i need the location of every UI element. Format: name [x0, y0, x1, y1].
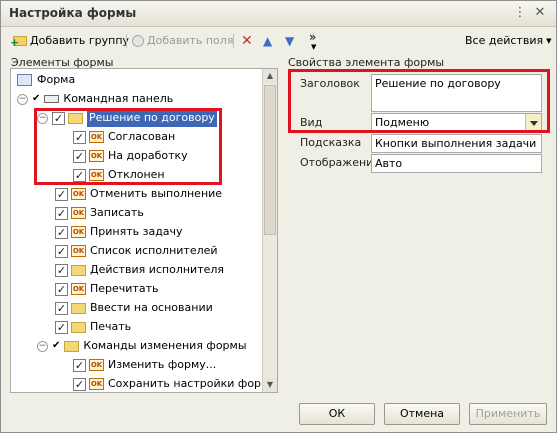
tree-item-label: Перечитать — [90, 282, 159, 295]
hint-value: Кнопки выполнения задачи — [375, 137, 537, 150]
cancel-button[interactable]: Отмена — [384, 403, 460, 425]
tree-item-label: Сохранить настройки формы — [108, 377, 278, 390]
move-down-button[interactable]: ▼ — [285, 32, 294, 50]
tree-item-form-change-commands[interactable]: − ✔ Команды изменения формы — [37, 337, 247, 355]
tree-item-command-panel[interactable]: − ✔ Командная панель — [17, 90, 173, 108]
menu-icon[interactable]: ⋮ — [512, 5, 528, 21]
tree-item-label: Действия исполнителя — [90, 263, 225, 276]
tree-item-accept-task[interactable]: ✓ OK Принять задачу — [55, 223, 183, 241]
toolbar: Добавить группу Добавить поля ✕ ▲ ▼ » ▼ … — [1, 28, 556, 54]
add-group-label: Добавить группу — [30, 34, 130, 47]
checkbox[interactable]: ✓ — [73, 377, 86, 391]
checkbox[interactable]: ✓ — [55, 206, 68, 220]
command-panel-icon — [44, 95, 60, 103]
display-value: Авто — [375, 157, 403, 170]
tree-item-change-form[interactable]: ✓ OK Изменить форму... — [73, 356, 216, 374]
checkbox[interactable]: ✓ — [55, 282, 68, 296]
more-dropdown-icon: ▼ — [311, 43, 317, 51]
folder-icon — [71, 321, 86, 333]
tree-item-form[interactable]: Форма — [17, 71, 75, 89]
close-icon[interactable]: ✕ — [532, 5, 548, 21]
ok-button-icon: OK — [71, 207, 86, 219]
hint-label: Подсказка — [300, 136, 362, 149]
tree-item-label: Форма — [37, 73, 76, 86]
checkbox[interactable]: ✓ — [55, 225, 68, 239]
add-field-icon — [132, 35, 144, 47]
dropdown-icon: ▼ — [546, 37, 552, 45]
checkbox[interactable]: ✓ — [55, 263, 68, 277]
highlight-box-properties — [288, 69, 550, 133]
tree-item-label: Записать — [90, 206, 144, 219]
tree-item-executor-actions[interactable]: ✓ Действия исполнителя — [55, 261, 224, 279]
tree-item-label: Командная панель — [63, 92, 174, 105]
tree-item-cancel-execution[interactable]: ✓ OK Отменить выполнение — [55, 185, 222, 203]
tree-item-label: Печать — [90, 320, 132, 333]
title-bar: Настройка формы ⋮ ✕ — [1, 1, 556, 27]
tree-item-executors-list[interactable]: ✓ OK Список исполнителей — [55, 242, 218, 260]
folder-icon — [71, 264, 86, 276]
collapse-icon[interactable]: − — [37, 340, 48, 352]
display-label: Отображение — [300, 156, 381, 169]
tree-item-save[interactable]: ✓ OK Записать — [55, 204, 144, 222]
scroll-up-icon[interactable]: ▲ — [263, 69, 277, 83]
ok-button-icon: OK — [89, 359, 104, 371]
tree-item-label: Команды изменения формы — [83, 339, 247, 352]
arrow-up-icon: ▲ — [263, 34, 273, 48]
all-actions-button[interactable]: Все действия ▼ — [465, 32, 551, 50]
tree-item-reread[interactable]: ✓ OK Перечитать — [55, 280, 158, 298]
tree-item-print[interactable]: ✓ Печать — [55, 318, 131, 336]
delete-button[interactable]: ✕ — [241, 32, 253, 50]
checkbox[interactable]: ✓ — [73, 358, 86, 372]
add-folder-icon — [10, 36, 27, 48]
ok-button-icon: OK — [71, 245, 86, 257]
checkbox[interactable]: ✓ — [55, 244, 68, 258]
tree-item-label: Список исполнителей — [90, 244, 218, 257]
ok-button-icon: OK — [71, 226, 86, 238]
all-actions-label: Все действия — [465, 34, 544, 47]
folder-icon — [64, 340, 80, 352]
tree-item-create-based-on[interactable]: ✓ Ввести на основании — [55, 299, 213, 317]
hint-field[interactable]: Кнопки выполнения задачи — [371, 134, 542, 153]
move-up-button[interactable]: ▲ — [263, 32, 272, 50]
form-settings-window: Настройка формы ⋮ ✕ Добавить группу Доба… — [0, 0, 557, 433]
apply-button[interactable]: Применить — [469, 403, 547, 425]
folder-icon — [71, 302, 86, 314]
form-icon — [17, 74, 32, 86]
toolbar-divider — [233, 34, 234, 48]
add-group-button[interactable]: Добавить группу — [10, 32, 130, 50]
tree-item-label: Принять задачу — [90, 225, 183, 238]
toolbar-divider — [126, 34, 127, 48]
ok-button-icon: OK — [71, 283, 86, 295]
check-mark-icon[interactable]: ✔ — [52, 337, 60, 355]
checkbox[interactable]: ✓ — [55, 301, 68, 315]
tree-item-label: Отменить выполнение — [90, 187, 223, 200]
display-select[interactable]: Авто — [371, 154, 542, 173]
add-field-label: Добавить поля — [147, 34, 234, 47]
arrow-down-icon: ▼ — [285, 34, 295, 48]
tree-item-save-form-settings[interactable]: ✓ OK Сохранить настройки формы — [73, 375, 278, 392]
tree-item-label: Ввести на основании — [90, 301, 213, 314]
ok-button[interactable]: ОК — [299, 403, 375, 425]
tree-scrollbar[interactable]: ▲ ▼ — [262, 69, 277, 392]
scroll-thumb[interactable] — [264, 85, 276, 235]
checkbox[interactable]: ✓ — [55, 320, 68, 334]
add-field-button[interactable]: Добавить поля — [132, 32, 233, 50]
window-title: Настройка формы — [9, 6, 137, 20]
scroll-down-icon[interactable]: ▼ — [263, 378, 277, 392]
ok-button-icon: OK — [89, 378, 104, 390]
delete-icon: ✕ — [241, 33, 253, 49]
tree-item-label: Изменить форму... — [108, 358, 217, 371]
checkbox[interactable]: ✓ — [55, 187, 68, 201]
ok-button-icon: OK — [71, 188, 86, 200]
collapse-icon[interactable]: − — [17, 93, 28, 105]
highlight-box-tree — [34, 108, 222, 185]
check-mark-icon[interactable]: ✔ — [32, 90, 40, 108]
